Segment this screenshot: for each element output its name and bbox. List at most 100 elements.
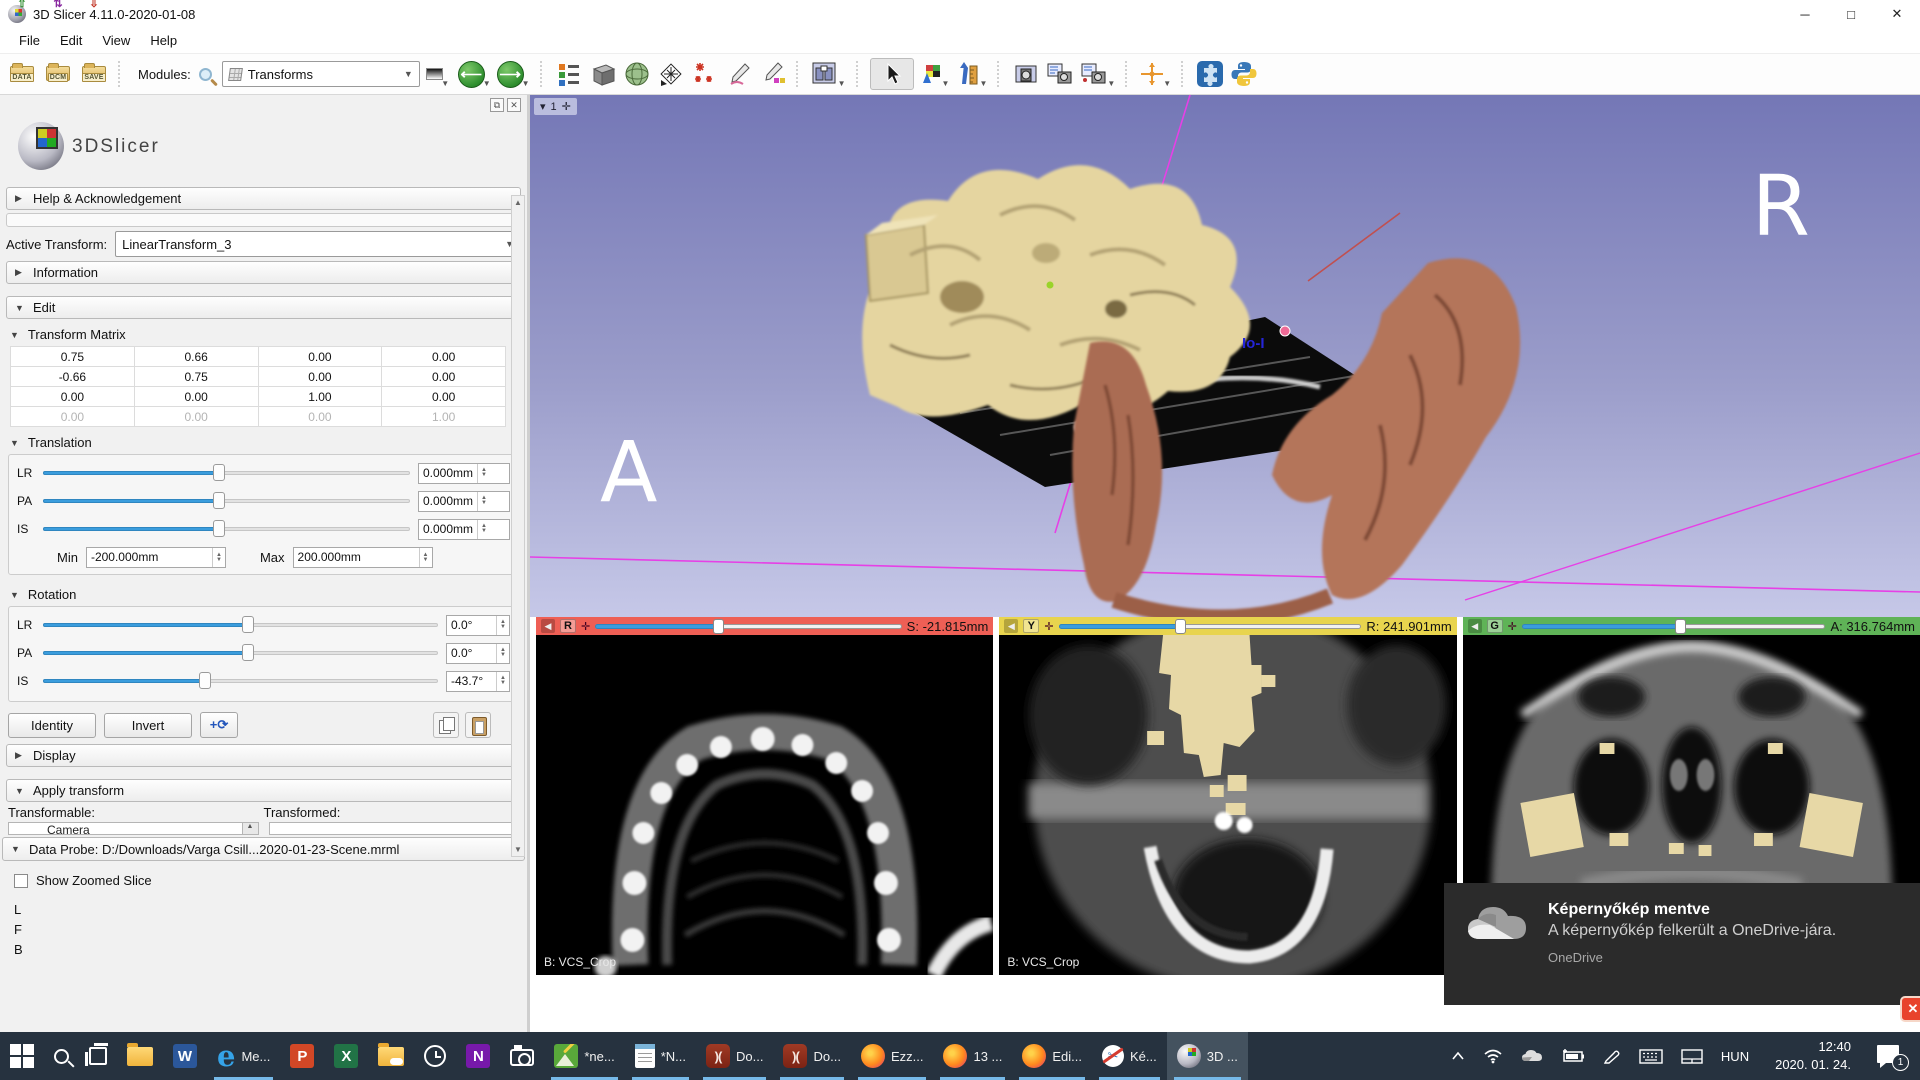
markups-button[interactable] bbox=[690, 58, 720, 90]
python-console-button[interactable] bbox=[1229, 58, 1259, 90]
taskbar-file-explorer[interactable] bbox=[117, 1032, 163, 1080]
rotation-is-spinbox[interactable]: -43.7° ▲▼ bbox=[446, 671, 510, 692]
minimize-button[interactable]: ─ bbox=[1782, 0, 1828, 28]
module-search-icon[interactable] bbox=[199, 68, 212, 81]
slice-pin-icon[interactable]: ✛ bbox=[1508, 620, 1517, 633]
translation-lr-slider[interactable] bbox=[43, 463, 410, 483]
min-spinbox[interactable]: -200.000mm ▲▼ bbox=[86, 547, 226, 568]
collapse-left-icon[interactable]: ◀ bbox=[1468, 619, 1482, 633]
rotation-section[interactable]: ▼ Rotation bbox=[10, 587, 517, 602]
measurement-button[interactable]: ▼ bbox=[955, 58, 989, 90]
slice-pin-icon[interactable]: ✛ bbox=[1044, 620, 1053, 633]
red-slice-slider[interactable] bbox=[595, 619, 901, 633]
onedrive-notification[interactable]: Képernyőkép mentve A képernyőkép felkerü… bbox=[1444, 883, 1920, 1005]
spin-arrows-icon[interactable]: ▲▼ bbox=[496, 644, 509, 663]
volume-module-button[interactable] bbox=[588, 58, 618, 90]
tray-clock[interactable]: 12:40 2020. 01. 24. bbox=[1760, 1038, 1866, 1073]
taskbar-slicer[interactable]: 3D ... bbox=[1167, 1032, 1248, 1080]
red-slice-image[interactable]: B: VCS_Crop bbox=[536, 635, 993, 975]
layout-selector-button[interactable]: ▼ bbox=[810, 58, 848, 90]
annotation-button[interactable] bbox=[724, 58, 754, 90]
slice-pin-icon[interactable]: ✛ bbox=[581, 620, 590, 633]
spin-arrows-icon[interactable]: ▲▼ bbox=[477, 520, 490, 539]
taskbar-daemon-tools-2[interactable]: )( Do... bbox=[773, 1032, 850, 1080]
identity-button[interactable]: Identity bbox=[8, 713, 96, 738]
max-spinbox[interactable]: 200.000mm ▲▼ bbox=[293, 547, 433, 568]
translation-lr-spinbox[interactable]: 0.000mm ▲▼ bbox=[418, 463, 510, 484]
menu-file[interactable]: File bbox=[10, 30, 49, 51]
spin-arrows-icon[interactable]: ▲▼ bbox=[477, 464, 490, 483]
crosshair-icon[interactable]: ✛ bbox=[562, 100, 571, 113]
tray-wifi[interactable] bbox=[1476, 1048, 1510, 1064]
module-history-back-button[interactable]: ⟵ ▼ bbox=[458, 58, 493, 90]
tray-battery[interactable] bbox=[1554, 1049, 1592, 1063]
rotation-is-slider[interactable] bbox=[43, 671, 438, 691]
tray-touch-keyboard[interactable] bbox=[1632, 1049, 1670, 1064]
close-button[interactable]: ✕ bbox=[1874, 0, 1920, 28]
show-zoomed-slice-checkbox[interactable] bbox=[14, 874, 28, 888]
taskbar-firefox[interactable]: Ezz... bbox=[851, 1032, 934, 1080]
list-item[interactable]: Camera bbox=[47, 823, 90, 834]
module-hierarchy-button[interactable] bbox=[554, 58, 584, 90]
close-panel-icon[interactable]: ✕ bbox=[507, 98, 521, 112]
menu-view[interactable]: View bbox=[93, 30, 139, 51]
translation-pa-spinbox[interactable]: 0.000mm ▲▼ bbox=[418, 491, 510, 512]
split-transform-button[interactable]: +⟳ bbox=[200, 712, 238, 738]
taskbar-powerpoint[interactable]: P bbox=[280, 1032, 324, 1080]
spin-arrows-icon[interactable]: ▲▼ bbox=[477, 492, 490, 511]
spin-arrows-icon[interactable]: ▲▼ bbox=[212, 548, 225, 567]
rotation-pa-spinbox[interactable]: 0.0° ▲▼ bbox=[446, 643, 510, 664]
invert-button[interactable]: Invert bbox=[104, 713, 192, 738]
scene-view-button[interactable] bbox=[1045, 58, 1075, 90]
scroll-up-icon[interactable]: ▲ bbox=[514, 196, 522, 209]
popup-panel-icon[interactable]: ⧉ bbox=[490, 98, 504, 112]
action-center-button[interactable]: 1 bbox=[1870, 1043, 1914, 1069]
yellow-slice-slider[interactable] bbox=[1059, 619, 1362, 633]
copy-transform-icon[interactable] bbox=[433, 712, 459, 738]
data-probe-section[interactable]: ▼ Data Probe: D:/Downloads/Varga Csill..… bbox=[2, 837, 525, 861]
notification-close-icon[interactable]: ✕ bbox=[1900, 996, 1920, 1022]
window-level-button[interactable]: ▼ bbox=[918, 58, 952, 90]
rotation-pa-slider[interactable] bbox=[43, 643, 438, 663]
help-acknowledgement-section[interactable]: ▶ Help & Acknowledgement bbox=[6, 187, 521, 210]
taskbar-camera[interactable] bbox=[500, 1032, 544, 1080]
module-history-forward-button[interactable]: ⟶ ▼ bbox=[497, 58, 532, 90]
mesh-module-button[interactable] bbox=[656, 58, 686, 90]
taskbar-word[interactable]: W bbox=[163, 1032, 207, 1080]
information-section[interactable]: ▶ Information bbox=[6, 261, 521, 284]
maximize-button[interactable]: □ bbox=[1828, 0, 1874, 28]
scroll-down-icon[interactable]: ▼ bbox=[514, 843, 522, 856]
taskbar-snipping-tool[interactable]: ✂ Ké... bbox=[1092, 1032, 1167, 1080]
collapse-left-icon[interactable]: ◀ bbox=[541, 619, 555, 633]
view-controller-bar[interactable]: ▾ 1 ✛ bbox=[534, 98, 577, 115]
taskbar-firefox-2[interactable]: 13 ... bbox=[933, 1032, 1012, 1080]
taskbar-onenote[interactable]: N bbox=[456, 1032, 500, 1080]
module-selector-combobox[interactable]: Transforms ▼ bbox=[222, 61, 420, 87]
taskbar-daemon-tools[interactable]: )( Do... bbox=[696, 1032, 773, 1080]
tray-language[interactable]: HUN bbox=[1714, 1049, 1756, 1064]
segment-editor-button[interactable] bbox=[758, 58, 788, 90]
transform-matrix-table[interactable]: 0.750.66 0.000.00 -0.660.75 0.000.00 0.0… bbox=[10, 346, 506, 427]
panel-scrollbar[interactable]: ▲ ▼ bbox=[511, 195, 525, 857]
spin-arrows-icon[interactable]: ▲▼ bbox=[496, 672, 509, 691]
taskbar-onedrive-folder[interactable] bbox=[368, 1032, 414, 1080]
rotation-lr-slider[interactable] bbox=[43, 615, 438, 635]
green-slice-slider[interactable] bbox=[1522, 619, 1826, 633]
tray-onedrive[interactable] bbox=[1514, 1049, 1550, 1063]
taskbar-firefox-3[interactable]: Edi... bbox=[1012, 1032, 1092, 1080]
crosshair-button[interactable]: ▼ bbox=[1139, 58, 1173, 90]
threed-view[interactable]: ▾ 1 ✛ R A Io-I bbox=[530, 95, 1920, 617]
tray-pen[interactable] bbox=[1596, 1048, 1628, 1064]
spin-arrows-icon[interactable]: ▲▼ bbox=[419, 548, 432, 567]
volume-rendering-button[interactable] bbox=[622, 58, 652, 90]
scene-capture-button[interactable]: ▼ bbox=[1079, 58, 1117, 90]
translation-pa-slider[interactable] bbox=[43, 491, 410, 511]
task-view-button[interactable] bbox=[79, 1032, 117, 1080]
apply-transform-section[interactable]: ▼ Apply transform bbox=[6, 779, 521, 802]
load-data-button[interactable]: ⇧ DATA bbox=[6, 57, 38, 91]
pin-icon[interactable]: ▾ bbox=[540, 100, 546, 113]
taskbar-excel[interactable]: X bbox=[324, 1032, 368, 1080]
scroll-up-icon[interactable]: ▲ bbox=[242, 823, 258, 834]
translation-section[interactable]: ▼ Translation bbox=[10, 435, 517, 450]
yellow-slice-image[interactable]: B: VCS_Crop bbox=[999, 635, 1456, 975]
